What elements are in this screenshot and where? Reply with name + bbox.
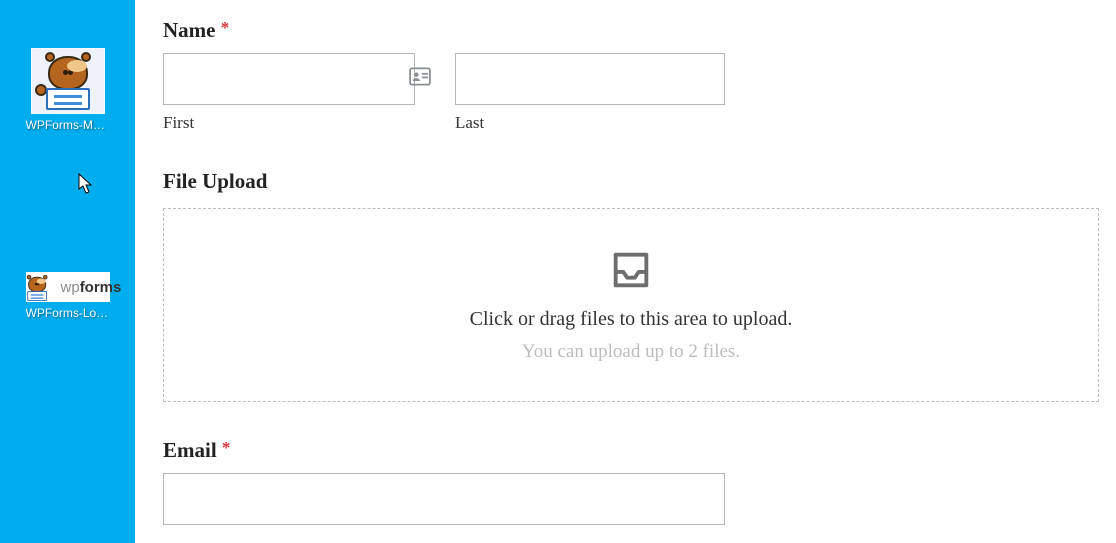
name-field-group: Name * First Last xyxy=(163,18,1096,133)
desktop-strip: WPForms-Mas... wpforms WPForms-Log... xyxy=(0,0,135,543)
first-name-input[interactable] xyxy=(163,53,415,105)
email-field-group: Email * xyxy=(163,438,1096,525)
desktop-icon-label: WPForms-Log... xyxy=(26,306,110,320)
file-upload-dropzone[interactable]: Click or drag files to this area to uplo… xyxy=(163,208,1099,402)
name-label: Name * xyxy=(163,18,1096,43)
dropzone-instruction: Click or drag files to this area to uplo… xyxy=(470,308,793,331)
last-name-sublabel: Last xyxy=(455,113,725,133)
inbox-icon xyxy=(608,247,654,298)
file-upload-label: File Upload xyxy=(163,169,1096,194)
file-upload-field-group: File Upload Click or drag files to this … xyxy=(163,169,1096,402)
mascot-thumbnail xyxy=(31,48,105,114)
logo-thumbnail: wpforms xyxy=(26,272,110,302)
desktop-icon-label: WPForms-Mas... xyxy=(26,118,110,132)
desktop-icon-wpforms-logo[interactable]: wpforms WPForms-Log... xyxy=(30,272,106,320)
email-input[interactable] xyxy=(163,473,725,525)
form-area: Name * First Last File Upload xyxy=(135,0,1116,543)
email-label: Email * xyxy=(163,438,1096,463)
first-name-sublabel: First xyxy=(163,113,441,133)
required-asterisk: * xyxy=(221,18,230,37)
id-card-icon xyxy=(409,68,431,91)
dropzone-hint: You can upload up to 2 files. xyxy=(522,341,740,363)
last-name-input[interactable] xyxy=(455,53,725,105)
mouse-cursor-icon xyxy=(78,173,94,195)
logo-text: wpforms xyxy=(61,279,122,296)
required-asterisk: * xyxy=(222,438,231,457)
desktop-icon-wpforms-mascot[interactable]: WPForms-Mas... xyxy=(30,48,106,132)
